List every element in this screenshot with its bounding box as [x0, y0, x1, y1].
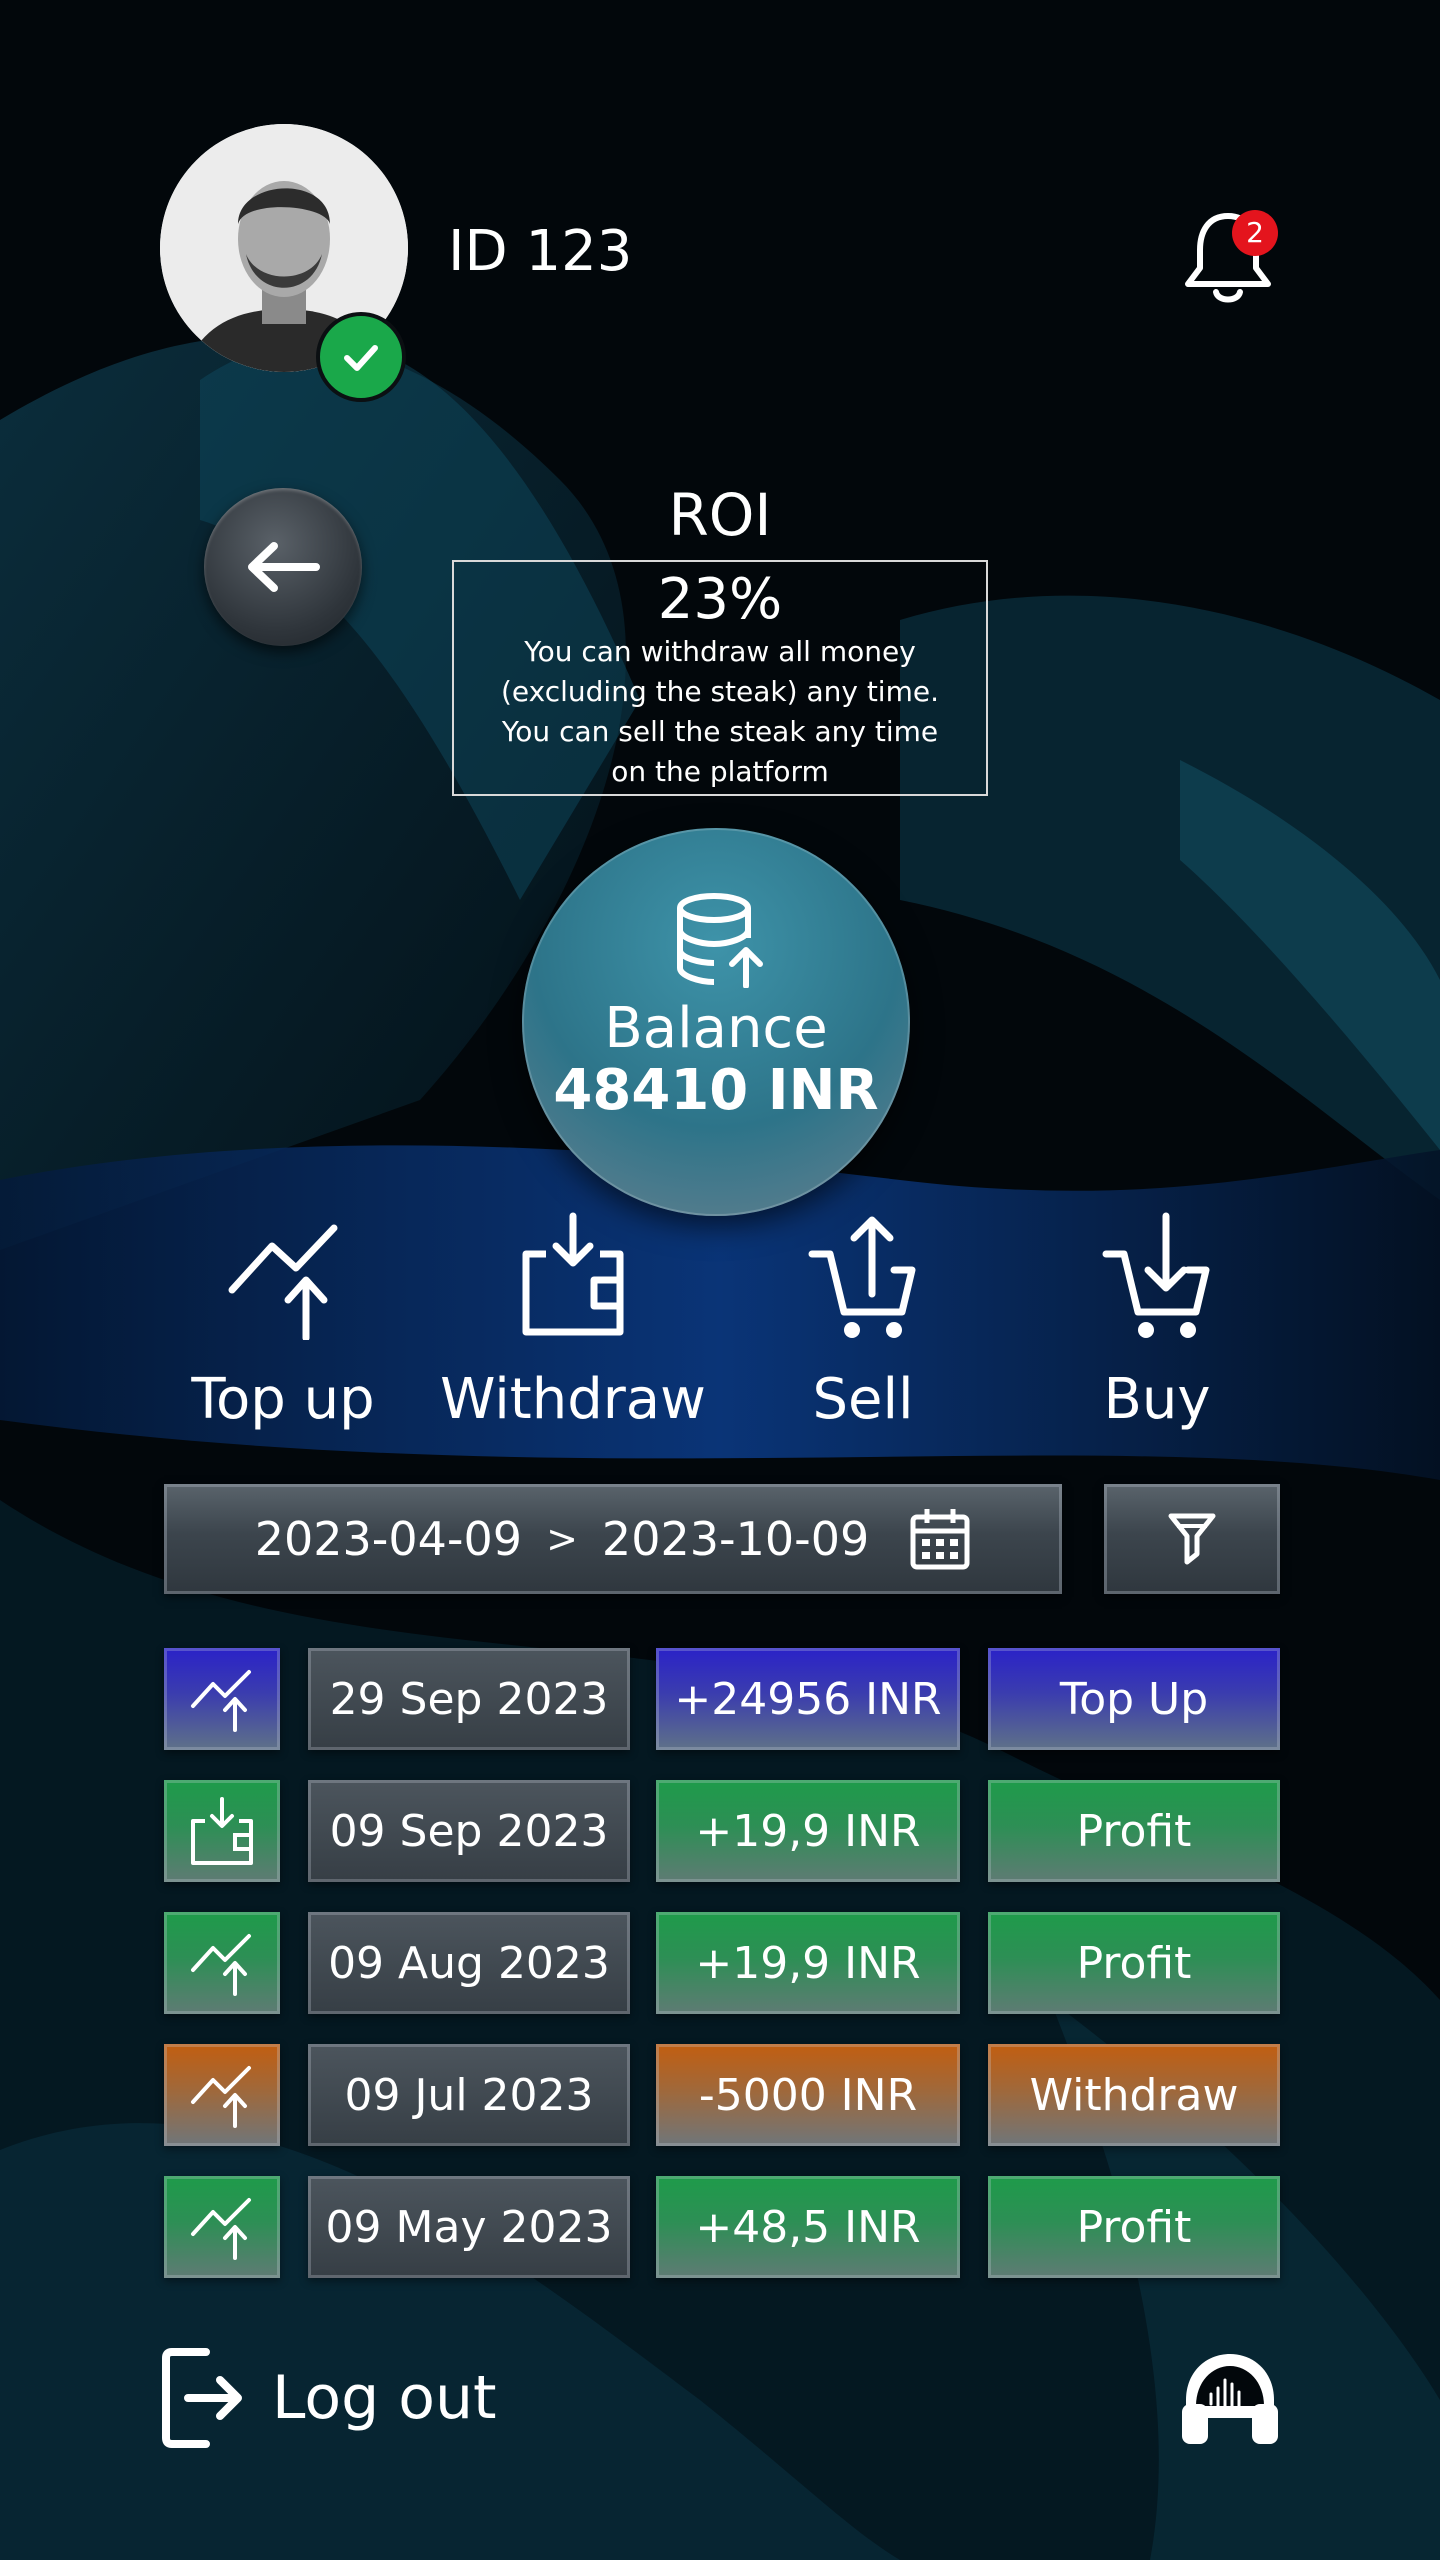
transaction-amount: +19,9 INR [656, 1912, 960, 2014]
transaction-date: 09 Aug 2023 [308, 1912, 630, 2014]
notifications-button[interactable]: 2 [1180, 206, 1278, 306]
roi-info-box: 23% You can withdraw all money (excludin… [452, 560, 988, 796]
sell-button[interactable]: Sell [728, 1210, 998, 1440]
logout-icon [162, 2348, 242, 2448]
buy-button[interactable]: Buy [1022, 1210, 1292, 1440]
transaction-row[interactable]: 29 Sep 2023 +24956 INR Top Up [164, 1648, 1280, 1750]
headphones-icon [1182, 2354, 1278, 2444]
logout-label: Log out [272, 2363, 497, 2433]
transaction-type: Profit [988, 1780, 1280, 1882]
wallet-download-icon [164, 1780, 280, 1882]
user-id: ID 123 [448, 219, 633, 284]
verified-check-icon [316, 312, 406, 402]
logout-button[interactable]: Log out [160, 2346, 497, 2450]
filter-icon [1168, 1513, 1216, 1565]
transaction-amount: -5000 INR [656, 2044, 960, 2146]
withdraw-label: Withdraw [440, 1367, 706, 1432]
balance-circle[interactable]: Balance 48410 INR [522, 828, 910, 1216]
transaction-date: 09 Jul 2023 [308, 2044, 630, 2146]
notification-badge: 2 [1232, 210, 1278, 256]
date-range-picker[interactable]: 2023-04-09 > 2023-10-09 [164, 1484, 1062, 1594]
transaction-type: Profit [988, 1912, 1280, 2014]
buy-label: Buy [1103, 1367, 1211, 1432]
support-button[interactable] [1180, 2348, 1280, 2448]
transaction-type: Top Up [988, 1648, 1280, 1750]
transaction-row[interactable]: 09 Jul 2023 -5000 INR Withdraw [164, 2044, 1280, 2146]
transaction-date: 29 Sep 2023 [308, 1648, 630, 1750]
roi-title: ROI [668, 481, 772, 549]
calendar-icon [910, 1509, 970, 1570]
transaction-date: 09 May 2023 [308, 2176, 630, 2278]
arrow-left-icon [248, 542, 320, 592]
balance-label: Balance [604, 996, 828, 1061]
balance-amount: 48410 INR [553, 1058, 879, 1123]
trend-up-icon [164, 1648, 280, 1750]
transaction-type: Profit [988, 2176, 1280, 2278]
date-separator: > [546, 1517, 578, 1561]
transaction-row[interactable]: 09 May 2023 +48,5 INR Profit [164, 2176, 1280, 2278]
roi-value: 23% [657, 567, 783, 632]
transaction-amount: +19,9 INR [656, 1780, 960, 1882]
cart-download-icon [1102, 1212, 1210, 1338]
trend-up-icon [228, 1224, 338, 1340]
database-upload-icon [677, 893, 763, 988]
transaction-amount: +48,5 INR [656, 2176, 960, 2278]
trend-up-icon [164, 2176, 280, 2278]
withdraw-button[interactable]: Withdraw [438, 1210, 708, 1440]
back-button[interactable] [204, 488, 362, 646]
transaction-amount: +24956 INR [656, 1648, 960, 1750]
trend-up-icon [164, 2044, 280, 2146]
date-to: 2023-10-09 [601, 1512, 870, 1566]
wallet-download-icon [522, 1212, 624, 1336]
trend-up-icon [164, 1912, 280, 2014]
cart-upload-icon [808, 1216, 916, 1338]
top-up-button[interactable]: Top up [148, 1210, 418, 1440]
filter-button[interactable] [1104, 1484, 1280, 1594]
sell-label: Sell [812, 1367, 914, 1432]
transaction-row[interactable]: 09 Aug 2023 +19,9 INR Profit [164, 1912, 1280, 2014]
top-up-label: Top up [191, 1367, 375, 1432]
avatar[interactable] [160, 124, 408, 402]
transaction-row[interactable]: 09 Sep 2023 +19,9 INR Profit [164, 1780, 1280, 1882]
roi-note: You can withdraw all money (excluding th… [500, 635, 939, 788]
date-from: 2023-04-09 [254, 1512, 523, 1566]
transaction-type: Withdraw [988, 2044, 1280, 2146]
transaction-date: 09 Sep 2023 [308, 1780, 630, 1882]
